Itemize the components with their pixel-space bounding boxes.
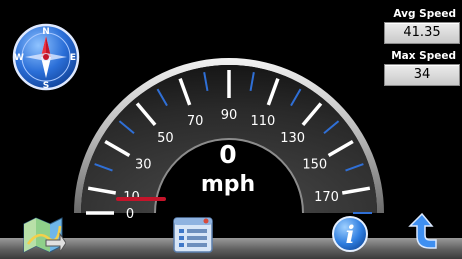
compass-button[interactable]: N S E W	[11, 22, 81, 92]
info-glyph: i	[345, 220, 354, 249]
avg-speed-value: 41.35	[384, 22, 460, 44]
back-arrow-icon	[408, 212, 437, 249]
map-icon	[23, 217, 66, 254]
gauge-scale-label: 30	[135, 158, 152, 173]
avg-speed-panel: Avg Speed 41.35	[384, 8, 460, 44]
speedometer-screen: 01030507090110130150170 0 mph Avg Speed …	[0, 0, 462, 259]
compass-east-label: E	[70, 53, 76, 63]
list-button[interactable]	[170, 214, 216, 256]
speed-unit-label: mph	[200, 172, 256, 197]
gauge-scale-label: 50	[157, 131, 174, 146]
gauge-scale-label: 150	[302, 158, 327, 173]
compass-west-label: W	[14, 53, 24, 63]
info-icon: i	[332, 216, 368, 252]
info-button[interactable]: i	[330, 214, 370, 254]
avg-speed-label: Avg Speed	[393, 8, 456, 20]
gauge-scale-label: 70	[187, 114, 204, 129]
compass-icon: N S E W	[12, 23, 80, 91]
gauge-scale-label: 0	[126, 207, 134, 222]
bottom-toolbar	[0, 238, 462, 259]
compass-north-label: N	[42, 27, 50, 37]
max-speed-value: 34	[384, 64, 460, 86]
gauge-scale-label: 110	[250, 114, 275, 129]
compass-south-label: S	[43, 81, 49, 91]
current-speed-value: 0	[219, 140, 237, 169]
gauge-scale-label: 90	[221, 108, 238, 123]
back-button[interactable]	[402, 210, 442, 256]
map-button[interactable]	[20, 214, 66, 254]
gauge-scale-label: 130	[280, 131, 305, 146]
gauge-scale-label: 170	[314, 190, 339, 205]
max-speed-panel: Max Speed 34	[384, 50, 460, 86]
list-icon	[173, 217, 213, 253]
max-speed-label: Max Speed	[391, 50, 456, 62]
